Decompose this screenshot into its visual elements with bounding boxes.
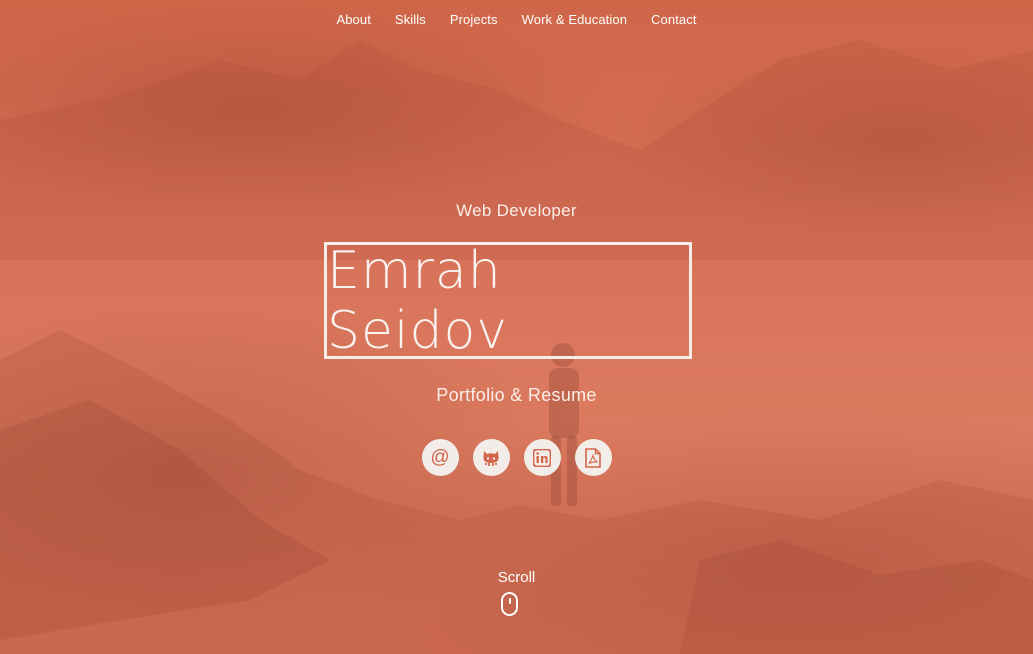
email-button[interactable]: @ bbox=[421, 439, 459, 476]
main-nav: About Skills Projects Work & Education C… bbox=[0, 0, 1033, 38]
nav-work-education-link[interactable]: Work & Education bbox=[510, 12, 639, 27]
nav-about-link[interactable]: About bbox=[324, 12, 382, 27]
linkedin-icon bbox=[533, 448, 551, 467]
scroll-label[interactable]: Scroll bbox=[0, 569, 1033, 586]
github-icon bbox=[483, 450, 499, 466]
mouse-wheel-icon bbox=[509, 598, 511, 604]
mouse-scroll-icon[interactable] bbox=[501, 592, 518, 616]
nav-skills-link[interactable]: Skills bbox=[383, 12, 438, 27]
resume-pdf-button[interactable] bbox=[574, 439, 612, 476]
astronaut-figure bbox=[549, 343, 579, 506]
name-frame: Emrah Seidov bbox=[324, 240, 692, 361]
hero-subtitle: Web Developer bbox=[456, 201, 577, 220]
github-button[interactable] bbox=[472, 439, 510, 476]
hero-tagline: Portfolio & Resume bbox=[436, 385, 597, 405]
hero-name: Emrah Seidov bbox=[327, 240, 509, 361]
at-sign-icon: @ bbox=[430, 446, 450, 468]
social-links: @ bbox=[0, 439, 1033, 476]
nav-contact-link[interactable]: Contact bbox=[639, 12, 709, 27]
nav-projects-link[interactable]: Projects bbox=[438, 12, 510, 27]
hero-section: About Skills Projects Work & Education C… bbox=[0, 0, 1033, 654]
pdf-icon bbox=[585, 447, 601, 468]
linkedin-button[interactable] bbox=[523, 439, 561, 476]
